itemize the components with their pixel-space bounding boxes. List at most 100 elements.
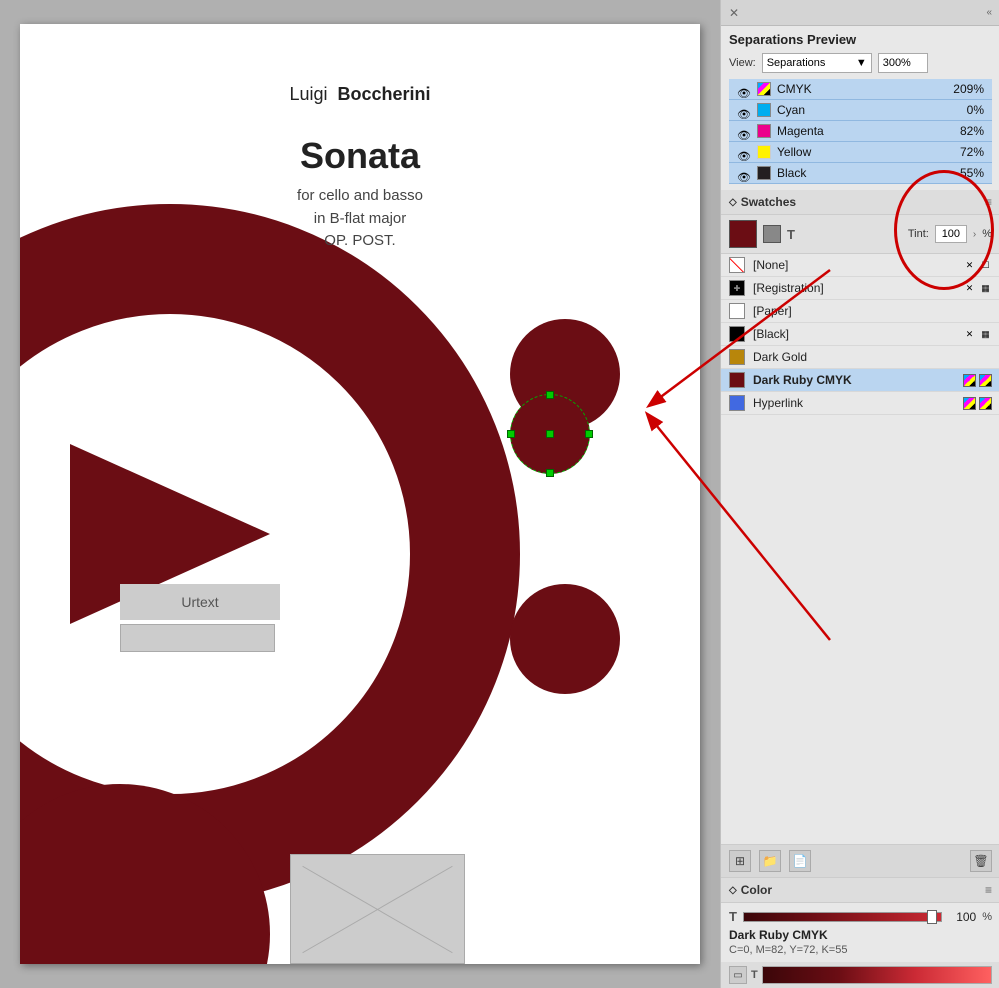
new-group-button[interactable]: ⊞ [729,850,751,872]
circle-right-lower [510,584,620,694]
grid-icon4 [963,397,976,410]
panel-header: ✕ « [721,0,999,26]
canvas-area: Urtext Luigi Boccherini Sonata [0,0,720,988]
subtitle-line3: OP. POST. [210,230,510,253]
view-label: View: [729,57,756,69]
cmyk-icon2 [979,374,992,387]
panel-close-button[interactable]: ✕ [729,6,739,20]
view-value: Separations [767,57,826,69]
tint-label: Tint: [908,228,929,240]
handle-right[interactable] [585,430,593,438]
swatch-black-name: [Black] [753,327,955,341]
visibility-icon-cmyk[interactable] [737,84,751,94]
urtext-text: Urtext [181,594,218,610]
new-swatch-button[interactable]: 📄 [789,850,811,872]
swatch-darkruby-name: Dark Ruby CMYK [753,373,955,387]
color-slider-thumb[interactable] [927,910,937,924]
sep-pct-cmyk: 209% [944,82,984,96]
grid-icon3 [963,374,976,387]
color-rect-icon[interactable]: ▭ [729,966,747,984]
swatch-darkruby-icons [963,374,992,387]
sep-row-cmyk[interactable]: CMYK 209% [729,79,992,100]
swatch-registration-color: ✛ [729,280,745,296]
swatch-item-black[interactable]: [Black] ✕ ▦ [721,323,999,346]
swatch-registration-name: [Registration] [753,281,955,295]
swatch-item-registration[interactable]: ✛ [Registration] ✕ ▦ [721,277,999,300]
tint-arrow-icon[interactable]: › [973,229,976,240]
separations-preview-title: Separations Preview [729,32,992,47]
yellow-color-swatch [757,145,771,159]
color-bottom-bar: ▭ T [721,962,999,988]
swatch-darkgold-name: Dark Gold [753,350,984,364]
visibility-icon-yellow[interactable] [737,147,751,157]
new-folder-button[interactable]: 📁 [759,850,781,872]
swatch-item-paper[interactable]: [Paper] [721,300,999,323]
panel-collapse-button[interactable]: « [986,7,992,18]
sep-row-cyan[interactable]: Cyan 0% [729,100,992,121]
color-pct-label: % [982,911,992,923]
color-row: T 100 % [729,909,992,924]
dropdown-arrow-icon: ▼ [856,57,867,69]
color-swatch-name: Dark Ruby CMYK [729,928,992,942]
visibility-icon-cyan[interactable] [737,105,751,115]
box-icon: ☐ [979,259,992,272]
document-title: Sonata [210,135,510,177]
separations-view-dropdown[interactable]: Separations ▼ [762,53,872,73]
handle-center[interactable] [546,430,554,438]
visibility-icon-magenta[interactable] [737,126,751,136]
author-name: Luigi [289,84,327,104]
zoom-field[interactable]: 300% [878,53,928,73]
document-subtitle: for cello and basso in B-flat major OP. … [210,185,510,253]
sep-row-yellow[interactable]: Yellow 72% [729,142,992,163]
black-color-swatch [757,166,771,180]
grid-icon: ▦ [979,282,992,295]
swatch-item-darkruby[interactable]: Dark Ruby CMYK [721,369,999,392]
color-slider[interactable] [743,910,942,924]
swatch-item-none[interactable]: [None] ✕ ☐ [721,254,999,277]
visibility-icon-black[interactable] [737,168,751,178]
swatch-hyperlink-color [729,395,745,411]
color-t-icon: T [729,909,737,924]
urtext-label: Urtext [120,584,280,620]
sep-pct-yellow: 72% [944,145,984,159]
cross-icon2: ✕ [963,282,976,295]
swatches-header: Swatches ≡ [721,190,999,215]
sep-name-yellow: Yellow [777,145,938,159]
swatch-list: [None] ✕ ☐ ✛ [Registration] ✕ ▦ [721,254,999,844]
color-header: Color ≡ [721,878,999,903]
sep-name-cyan: Cyan [777,103,938,117]
swatches-menu-button[interactable]: ≡ [985,195,992,209]
swatch-none-icons: ✕ ☐ [963,259,992,272]
swatch-black-color [729,326,745,342]
swatch-item-hyperlink[interactable]: Hyperlink [721,392,999,415]
color-title: Color [729,883,772,897]
swatch-item-darkgold[interactable]: Dark Gold [721,346,999,369]
swatches-section: Swatches ≡ T Tint: 100 › % [None] ✕ [721,190,999,877]
swatch-secondary-preview [763,225,781,243]
document-title-area: Luigi Boccherini Sonata for cello and ba… [210,84,510,253]
swatch-darkruby-color [729,372,745,388]
zoom-value: 300% [883,57,911,69]
tint-value: 100 [942,228,960,240]
swatch-current-preview [729,220,757,248]
grid-icon2: ▦ [979,328,992,341]
handle-bottom[interactable] [546,469,554,477]
sep-row-magenta[interactable]: Magenta 82% [729,121,992,142]
handle-top[interactable] [546,391,554,399]
swatches-title-text: Swatches [741,195,796,209]
sep-name-cmyk: CMYK [777,82,938,96]
delete-swatch-button[interactable]: 🗑 [970,850,992,872]
circle-selected[interactable] [510,394,590,474]
swatch-t-icon: T [787,227,795,242]
color-formula: C=0, M=82, Y=72, K=55 [729,944,992,956]
tint-input[interactable]: 100 [935,225,967,243]
swatch-paper-name: [Paper] [753,304,984,318]
magenta-color-swatch [757,124,771,138]
subtitle-line2: in B-flat major [210,208,510,231]
envelope-x-pattern [291,855,464,963]
sep-row-black[interactable]: Black 55% [729,163,992,184]
sep-pct-cyan: 0% [944,103,984,117]
swatch-toolbar: T Tint: 100 › % [721,215,999,254]
color-menu-button[interactable]: ≡ [985,883,992,897]
handle-left[interactable] [507,430,515,438]
